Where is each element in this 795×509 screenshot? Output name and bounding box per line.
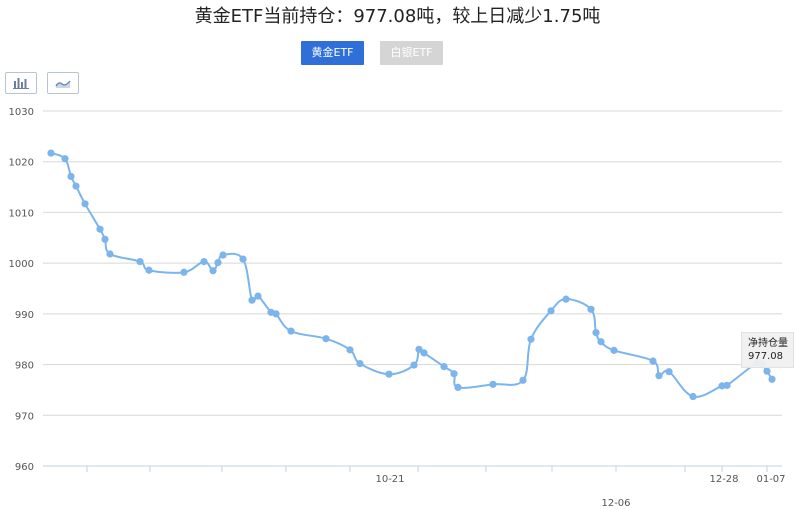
data-point (562, 295, 570, 303)
line-chart: 1030 1020 1010 1000 990 980 970 960 10-21 12-28 0… (9, 107, 786, 509)
data-point (96, 225, 104, 233)
data-point (239, 255, 247, 263)
data-point (450, 370, 458, 378)
data-point (440, 363, 448, 371)
x-axis-ticks: 10-21 12-28 01-07 12-06 (86, 466, 786, 509)
data-point (287, 327, 295, 335)
data-point (649, 357, 657, 365)
y-tick-label: 1000 (9, 259, 34, 270)
x-tick-label: 10-21 (375, 474, 404, 485)
data-point (61, 155, 69, 163)
x-tick-label: 12-28 (709, 474, 738, 485)
data-point (723, 381, 731, 389)
data-point (145, 266, 153, 274)
data-point (248, 296, 256, 304)
data-point (592, 329, 600, 337)
tooltip: 净持仓量 977.08 (741, 332, 794, 368)
y-tick-label: 980 (15, 361, 34, 372)
data-point (519, 376, 527, 384)
data-point (356, 359, 364, 368)
tooltip-value: 977.08 (748, 351, 783, 362)
data-point (136, 258, 144, 266)
data-point (106, 250, 114, 258)
data-point (489, 380, 497, 388)
tooltip-label: 净持仓量 (748, 338, 788, 349)
data-point (527, 335, 535, 343)
data-point (547, 307, 555, 315)
x-tick-label: 01-07 (756, 474, 785, 485)
data-point (322, 335, 330, 343)
series-line (50, 152, 773, 398)
y-axis-ticks: 1030 1020 1010 1000 990 980 970 960 (9, 107, 34, 473)
series-points (47, 149, 776, 401)
data-point (597, 338, 605, 346)
data-point (454, 383, 462, 391)
data-point (200, 258, 208, 266)
data-point (587, 305, 595, 313)
y-tick-label: 960 (15, 462, 34, 473)
data-point (254, 292, 262, 300)
y-tick-label: 1010 (9, 208, 34, 219)
data-point (101, 235, 109, 243)
data-point (763, 367, 771, 375)
x-tick-label: 12-06 (601, 498, 630, 509)
y-tick-label: 1020 (9, 158, 34, 169)
data-point (410, 361, 418, 369)
data-point (209, 267, 217, 275)
data-point (768, 375, 776, 383)
data-point (665, 368, 673, 376)
data-point (272, 310, 280, 318)
data-point (47, 149, 55, 157)
y-tick-label: 990 (15, 310, 34, 321)
data-point (420, 349, 428, 357)
y-tick-label: 970 (15, 411, 34, 422)
data-point (385, 370, 393, 378)
data-point (346, 346, 354, 354)
data-point (214, 259, 222, 267)
data-point (689, 392, 697, 401)
data-point (81, 200, 89, 208)
data-point (67, 172, 75, 181)
data-point (610, 346, 618, 354)
data-point (655, 372, 663, 380)
y-tick-label: 1030 (9, 107, 34, 118)
data-point (72, 182, 80, 190)
data-point (180, 268, 188, 276)
data-point (219, 251, 227, 259)
